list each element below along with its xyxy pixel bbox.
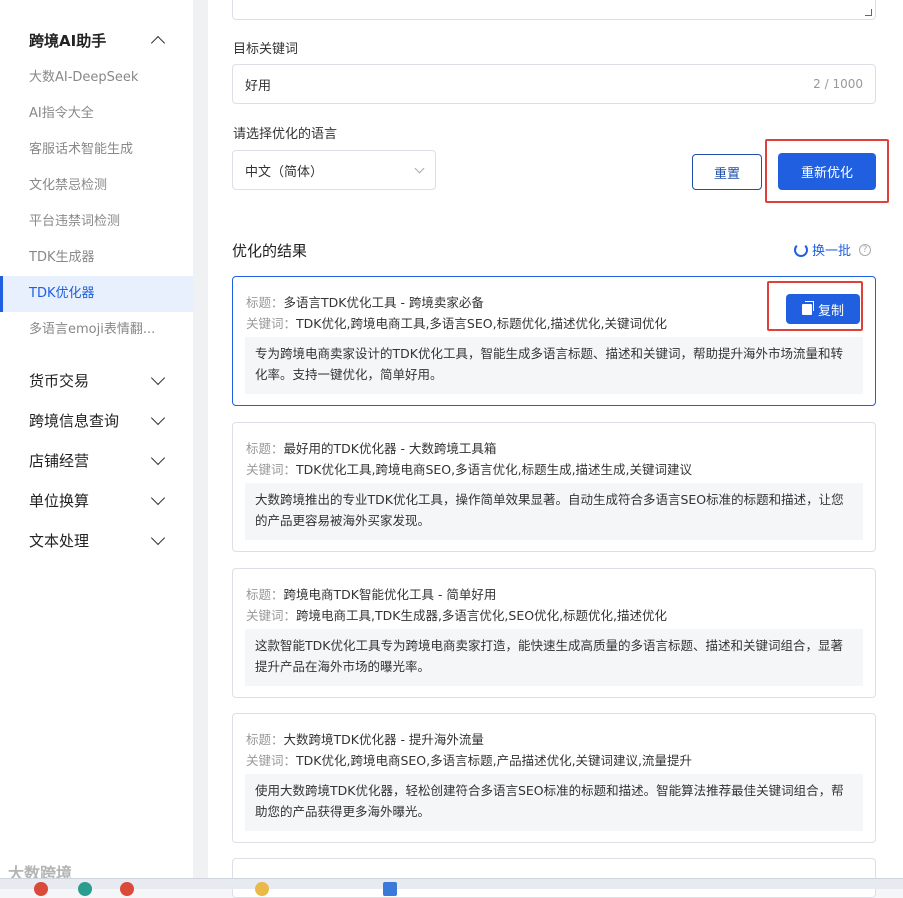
results-title: 优化的结果 [232, 242, 308, 260]
keyword-value: 好用 [245, 78, 272, 94]
result-title-line: 标题：多语言TDK优化工具 - 跨境卖家必备 [246, 292, 484, 311]
language-label: 请选择优化的语言 [233, 127, 338, 142]
result-keywords-line: 关键词：TDK优化,跨境电商工具,多语言SEO,标题优化,描述优化,关键词优化 [246, 313, 667, 332]
resize-handle-icon[interactable] [865, 9, 872, 16]
sidebar-group-text[interactable]: 文本处理 [0, 520, 193, 560]
chevron-down-icon [150, 490, 166, 505]
taskbar-app-icon[interactable] [34, 882, 48, 896]
result-keywords-line: 关键词：TDK优化工具,跨境电商SEO,多语言优化,标题生成,描述生成,关键词建… [246, 459, 692, 478]
keyword-input[interactable]: 好用 2 / 1000 [232, 64, 876, 104]
sidebar-item-prompts[interactable]: AI指令大全 [0, 96, 193, 132]
chevron-down-icon [414, 163, 425, 173]
sidebar-group-label: 跨境信息查询 [29, 411, 120, 430]
result-description: 使用大数跨境TDK优化器，轻松创建符合多语言SEO标准的标题和描述。智能算法推荐… [245, 774, 863, 831]
language-select[interactable]: 中文（简体） [232, 150, 436, 190]
sidebar-group-units[interactable]: 单位换算 [0, 480, 193, 520]
title-prefix: 标题： [246, 441, 284, 456]
chevron-down-icon [150, 530, 166, 545]
taskbar-app-icon[interactable] [120, 882, 134, 896]
result-keywords: TDK优化,跨境电商工具,多语言SEO,标题优化,描述优化,关键词优化 [296, 316, 668, 331]
help-icon[interactable]: ? [859, 243, 872, 256]
chevron-up-icon [150, 35, 166, 50]
taskbar-app-icon[interactable] [383, 882, 397, 896]
sidebar: 跨境AI助手 大数AI-DeepSeek AI指令大全 客服话术智能生成 文化禁… [0, 0, 193, 889]
result-keywords: TDK优化,跨境电商SEO,多语言标题,产品描述优化,关键词建议,流量提升 [296, 753, 693, 768]
result-description: 大数跨境推出的专业TDK优化工具，操作简单效果显著。自动生成符合多语言SEO标准… [245, 483, 863, 540]
sidebar-group-label: 文本处理 [29, 531, 90, 550]
result-title: 大数跨境TDK优化器 - 提升海外流量 [283, 732, 484, 747]
main-panel: 目标关键词 好用 2 / 1000 请选择优化的语言 中文（简体） 重置 重新优… [208, 0, 903, 898]
result-keywords-line: 关键词：跨境电商工具,TDK生成器,多语言优化,SEO优化,标题优化,描述优化 [246, 605, 667, 624]
keywords-prefix: 关键词： [246, 608, 297, 623]
title-prefix: 标题： [246, 587, 284, 602]
title-prefix: 标题： [246, 732, 284, 747]
sidebar-item-banned-words[interactable]: 平台违禁词检测 [0, 204, 193, 240]
result-card[interactable]: 标题：大数跨境TDK优化器 - 提升海外流量 关键词：TDK优化,跨境电商SEO… [232, 713, 876, 843]
keywords-prefix: 关键词： [246, 316, 297, 331]
sidebar-group-store[interactable]: 店铺经营 [0, 440, 193, 480]
sidebar-group-label: 单位换算 [29, 491, 90, 510]
chevron-down-icon [150, 370, 166, 385]
result-title-line: 标题：大数跨境TDK优化器 - 提升海外流量 [246, 729, 484, 748]
sidebar-item-emoji-translate[interactable]: 多语言emoji表情翻... [0, 312, 193, 348]
result-title: 最好用的TDK优化器 - 大数跨境工具箱 [283, 441, 497, 456]
sidebar-group-label: 店铺经营 [29, 451, 90, 470]
sidebar-group-currency[interactable]: 货币交易 [0, 360, 193, 400]
result-description: 这款智能TDK优化工具专为跨境电商卖家打造，能快速生成高质量的多语言标题、描述和… [245, 629, 863, 686]
refresh-label: 换一批 [812, 244, 852, 259]
divider [193, 0, 208, 889]
language-value: 中文（简体） [245, 164, 324, 180]
sidebar-group-ai[interactable]: 跨境AI助手 [0, 20, 193, 60]
result-card[interactable]: 标题：跨境电商TDK智能优化工具 - 简单好用 关键词：跨境电商工具,TDK生成… [232, 568, 876, 698]
result-keywords-line: 关键词：TDK优化,跨境电商SEO,多语言标题,产品描述优化,关键词建议,流量提… [246, 750, 692, 769]
keywords-prefix: 关键词： [246, 753, 297, 768]
sidebar-group-label: 跨境AI助手 [29, 31, 107, 50]
keywords-prefix: 关键词： [246, 462, 297, 477]
taskbar-app-icon[interactable] [255, 882, 269, 896]
keyword-label: 目标关键词 [233, 42, 299, 57]
keyword-count: 2 / 1000 [813, 77, 863, 91]
result-description: 专为跨境电商卖家设计的TDK优化工具，智能生成多语言标题、描述和关键词，帮助提升… [245, 337, 863, 394]
sidebar-item-taboo-check[interactable]: 文化禁忌检测 [0, 168, 193, 204]
result-title: 跨境电商TDK智能优化工具 - 简单好用 [283, 587, 497, 602]
sidebar-item-deepseek[interactable]: 大数AI-DeepSeek [0, 60, 193, 96]
sidebar-group-label: 货币交易 [29, 371, 90, 390]
result-keywords: 跨境电商工具,TDK生成器,多语言优化,SEO优化,标题优化,描述优化 [296, 608, 668, 623]
result-title-line: 标题：最好用的TDK优化器 - 大数跨境工具箱 [246, 438, 496, 457]
reset-button[interactable]: 重置 [692, 154, 762, 190]
sidebar-item-service-script[interactable]: 客服话术智能生成 [0, 132, 193, 168]
result-title: 多语言TDK优化工具 - 跨境卖家必备 [283, 295, 484, 310]
chevron-down-icon [150, 410, 166, 425]
result-keywords: TDK优化工具,跨境电商SEO,多语言优化,标题生成,描述生成,关键词建议 [296, 462, 693, 477]
result-title-line: 标题：跨境电商TDK智能优化工具 - 简单好用 [246, 584, 496, 603]
sidebar-item-tdk-generator[interactable]: TDK生成器 [0, 240, 193, 276]
result-card[interactable]: 标题：最好用的TDK优化器 - 大数跨境工具箱 关键词：TDK优化工具,跨境电商… [232, 422, 876, 552]
taskbar-app-icon[interactable] [78, 882, 92, 896]
highlight-box [765, 139, 889, 203]
refresh-batch-button[interactable]: 换一批 ? [794, 240, 872, 259]
title-prefix: 标题： [246, 295, 284, 310]
refresh-icon [794, 242, 808, 257]
highlight-box [767, 281, 863, 331]
taskbar [0, 878, 903, 896]
description-textarea[interactable] [232, 0, 876, 20]
sidebar-group-info[interactable]: 跨境信息查询 [0, 400, 193, 440]
chevron-down-icon [150, 450, 166, 465]
sidebar-item-tdk-optimizer[interactable]: TDK优化器 [0, 276, 193, 312]
